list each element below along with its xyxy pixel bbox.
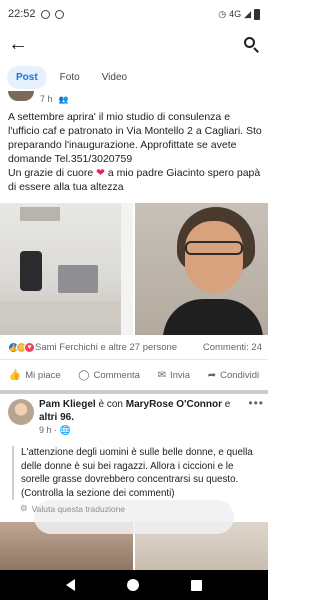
author-name[interactable]: Pam Kliegel	[39, 399, 96, 410]
office-photo[interactable]	[0, 203, 133, 335]
globe-icon: 🌐	[59, 425, 71, 435]
app-bar: ←	[0, 28, 268, 60]
divider	[0, 359, 268, 360]
tab-foto[interactable]: Foto	[51, 66, 89, 89]
profile-tabs: Post Foto Video	[0, 64, 268, 90]
reaction-icons[interactable]: 👍 ☺ ♥	[8, 342, 35, 353]
messenger-send-icon: ✉	[157, 369, 166, 381]
post-actions: 👍 Mi piace ◯ Commenta ✉ Invia ➦ Condividi	[0, 364, 268, 386]
translation-rating[interactable]: ⚙ Valuta questa traduzione	[20, 503, 125, 514]
portrait-face	[185, 221, 243, 293]
back-arrow-icon[interactable]: ←	[8, 34, 28, 54]
status-bar: 22:52 ◷ 4G ◢	[0, 0, 268, 28]
post-separator	[0, 390, 268, 394]
status-time: 22:52	[8, 8, 36, 20]
more-options-icon[interactable]: •••	[248, 396, 264, 410]
share-button[interactable]: ➦ Condividi	[208, 370, 259, 381]
search-icon[interactable]	[242, 35, 260, 53]
avatar[interactable]	[8, 399, 34, 425]
and-text: e	[222, 399, 231, 410]
comment-label: Commenta	[93, 369, 140, 381]
portrait-glasses	[185, 241, 243, 255]
comment-button[interactable]: ◯ Commenta	[78, 370, 140, 381]
clock-icon: ◷	[218, 8, 227, 19]
nav-home-icon[interactable]	[127, 579, 139, 591]
post2-time: 9 h · 🌐	[39, 425, 71, 435]
system-nav-bar	[0, 570, 268, 600]
post2-author-line: Pam Kliegel è con MaryRose O'Connor e al…	[39, 398, 247, 424]
post-text: A settembre aprira' il mio studio di con…	[8, 110, 262, 194]
post-time: 7 h	[40, 94, 53, 104]
reactions-bar: 👍 ☺ ♥ Sami Ferchichi e altre 27 persone …	[8, 342, 262, 353]
post-text-main: A settembre aprira' il mio studio di con…	[8, 111, 262, 165]
with-text: è con	[95, 399, 126, 410]
post2-time-text: 9 h	[39, 425, 52, 435]
send-label: Invia	[169, 369, 191, 381]
messenger-icon	[40, 9, 50, 19]
desk	[0, 301, 133, 313]
post2-header: Pam Kliegel è con MaryRose O'Connor e al…	[8, 396, 264, 435]
like-label: Mi piace	[25, 369, 61, 381]
network-label: 4G	[229, 9, 242, 19]
share-label: Condividi	[220, 369, 260, 381]
send-button[interactable]: ✉ Invia	[158, 370, 190, 381]
post-meta: 7 h 👥	[8, 91, 69, 104]
like-button[interactable]: 👍 Mi piace	[9, 370, 61, 381]
post-photos	[0, 203, 268, 335]
love-reaction-icon: ♥	[24, 342, 35, 353]
nav-back-icon[interactable]	[66, 579, 75, 591]
tab-video[interactable]: Video	[93, 66, 136, 89]
period: .	[71, 412, 75, 423]
others-link[interactable]: altri 96	[39, 412, 71, 423]
tagged-name[interactable]: MaryRose O'Connor	[126, 399, 222, 410]
heart-icon: ❤	[96, 167, 105, 179]
comment-icon: ◯	[78, 369, 90, 381]
post-text-thanks-a: Un grazie di cuore	[8, 167, 97, 179]
gear-icon: ⚙	[20, 503, 28, 513]
portrait-body	[163, 299, 263, 335]
avatar[interactable]	[8, 91, 34, 101]
post2-body: L'attenzione degli uomini è sulle belle …	[12, 446, 262, 500]
portrait-photo[interactable]	[135, 203, 268, 335]
office-chair	[20, 251, 42, 291]
translation-label: Valuta questa traduzione	[31, 503, 126, 514]
wall-frame	[20, 207, 60, 221]
nav-recents-icon[interactable]	[191, 579, 202, 591]
battery-icon	[254, 8, 260, 20]
signal-icon: ◢	[244, 8, 251, 19]
friends-icon: 👥	[58, 94, 69, 104]
reactions-count[interactable]: Sami Ferchichi e altre 27 persone	[35, 342, 177, 353]
comments-count[interactable]: Commenti: 24	[203, 342, 262, 353]
laptop	[58, 265, 98, 293]
tab-post[interactable]: Post	[7, 65, 47, 89]
window	[121, 203, 133, 335]
thumbs-up-icon: 👍	[8, 369, 22, 381]
whatsapp-icon	[54, 9, 64, 19]
share-icon: ➦	[207, 369, 217, 381]
